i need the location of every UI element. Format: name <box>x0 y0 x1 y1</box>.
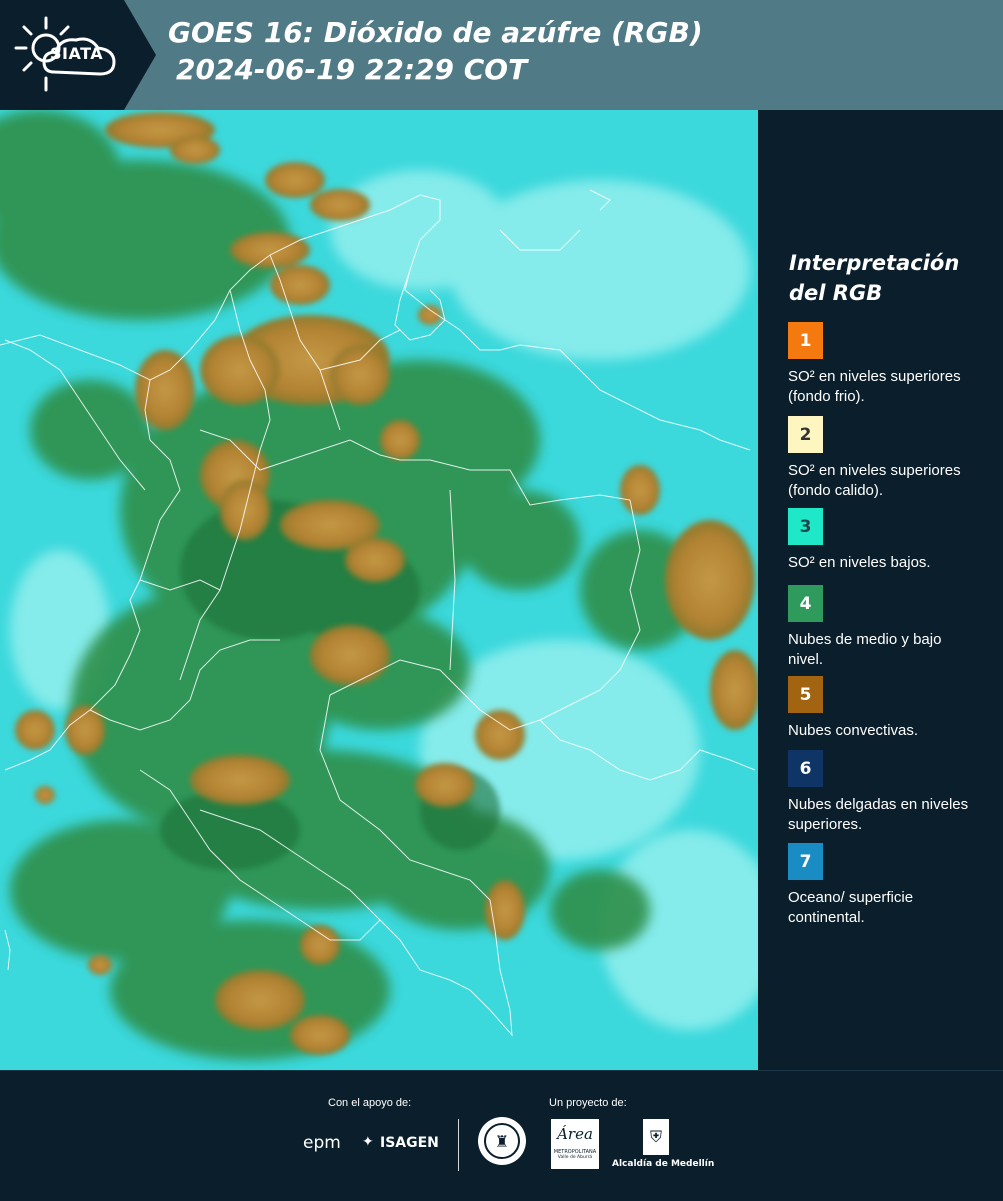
siata-logo-text: SIATA <box>50 44 104 63</box>
siata-logo[interactable]: SIATA <box>0 0 156 110</box>
legend-item-3: 3 SO² en niveles bajos. <box>788 508 988 573</box>
legend-panel: Interpretación del RGB 1 SO² en niveles … <box>772 110 997 1068</box>
area-metropolitana-logo[interactable]: Área METROPOLITANA Valle de Aburrá <box>551 1119 599 1169</box>
legend-label-6: Nubes delgadas en niveles superiores. <box>788 796 969 833</box>
legend-swatch-6: 6 <box>788 750 823 787</box>
isagen-logo[interactable]: ISAGEN <box>380 1135 439 1151</box>
legend-number-4: 4 <box>799 593 812 614</box>
legend-label-2: SO² en niveles superiores (fondo calido)… <box>788 462 961 499</box>
legend-number-7: 7 <box>799 851 812 872</box>
legend-item-2: 2 SO² en niveles superiores (fondo calid… <box>788 416 988 501</box>
legend-title-line1: Interpretación <box>789 251 960 275</box>
legend-number-5: 5 <box>799 684 812 705</box>
alcaldia-logo-text: Alcaldía de Medellín <box>612 1159 715 1169</box>
legend-number-2: 2 <box>799 424 812 445</box>
project-label: Un proyecto de: <box>549 1097 627 1109</box>
medellin-seal-icon[interactable]: ♜ <box>478 1117 526 1165</box>
support-label: Con el apoyo de: <box>328 1097 412 1109</box>
area-logo-sub2: Valle de Aburrá <box>557 1155 593 1160</box>
title-product: GOES 16: Dióxido de azúfre (RGB) <box>168 16 703 49</box>
title-timestamp: 2024-06-19 22:29 COT <box>176 53 528 86</box>
footer-divider <box>458 1119 459 1171</box>
header-bar: SIATA GOES 16: Dióxido de azúfre (RGB) 2… <box>0 0 1003 110</box>
legend-item-7: 7 Oceano/ superficie continental. <box>788 843 988 928</box>
satellite-map[interactable] <box>0 110 758 1070</box>
legend-label-1: SO² en niveles superiores (fondo frio). <box>788 368 961 405</box>
legend-item-5: 5 Nubes convectivas. <box>788 676 988 741</box>
legend-swatch-4: 4 <box>788 585 823 622</box>
satellite-image <box>0 110 758 1070</box>
legend-item-6: 6 Nubes delgadas en niveles superiores. <box>788 750 988 835</box>
epm-logo[interactable]: epm <box>303 1133 341 1153</box>
page-title: GOES 16: Dióxido de azúfre (RGB) 2024-06… <box>168 14 703 88</box>
footer: Con el apoyo de: Un proyecto de: epm ✦ I… <box>0 1070 1003 1201</box>
legend-number-6: 6 <box>799 758 812 779</box>
legend-number-1: 1 <box>799 330 812 351</box>
legend-label-4: Nubes de medio y bajo nivel. <box>788 631 942 668</box>
area-logo-text: Área <box>557 1125 593 1143</box>
legend-swatch-7: 7 <box>788 843 823 880</box>
legend-label-5: Nubes convectivas. <box>788 722 919 739</box>
legend-label-3: SO² en niveles bajos. <box>788 554 931 571</box>
alcaldia-shield-icon[interactable]: ⛨ <box>643 1119 669 1155</box>
legend-item-4: 4 Nubes de medio y bajo nivel. <box>788 585 988 670</box>
legend-item-1: 1 SO² en niveles superiores (fondo frio)… <box>788 322 988 407</box>
legend-swatch-1: 1 <box>788 322 823 359</box>
legend-title-line2: del RGB <box>789 281 883 305</box>
legend-label-7: Oceano/ superficie continental. <box>788 889 914 926</box>
legend-swatch-2: 2 <box>788 416 823 453</box>
legend-number-3: 3 <box>799 516 812 537</box>
legend-swatch-3: 3 <box>788 508 823 545</box>
legend-title: Interpretación del RGB <box>789 248 989 308</box>
isagen-logo-icon: ✦ <box>362 1134 374 1150</box>
legend-swatch-5: 5 <box>788 676 823 713</box>
